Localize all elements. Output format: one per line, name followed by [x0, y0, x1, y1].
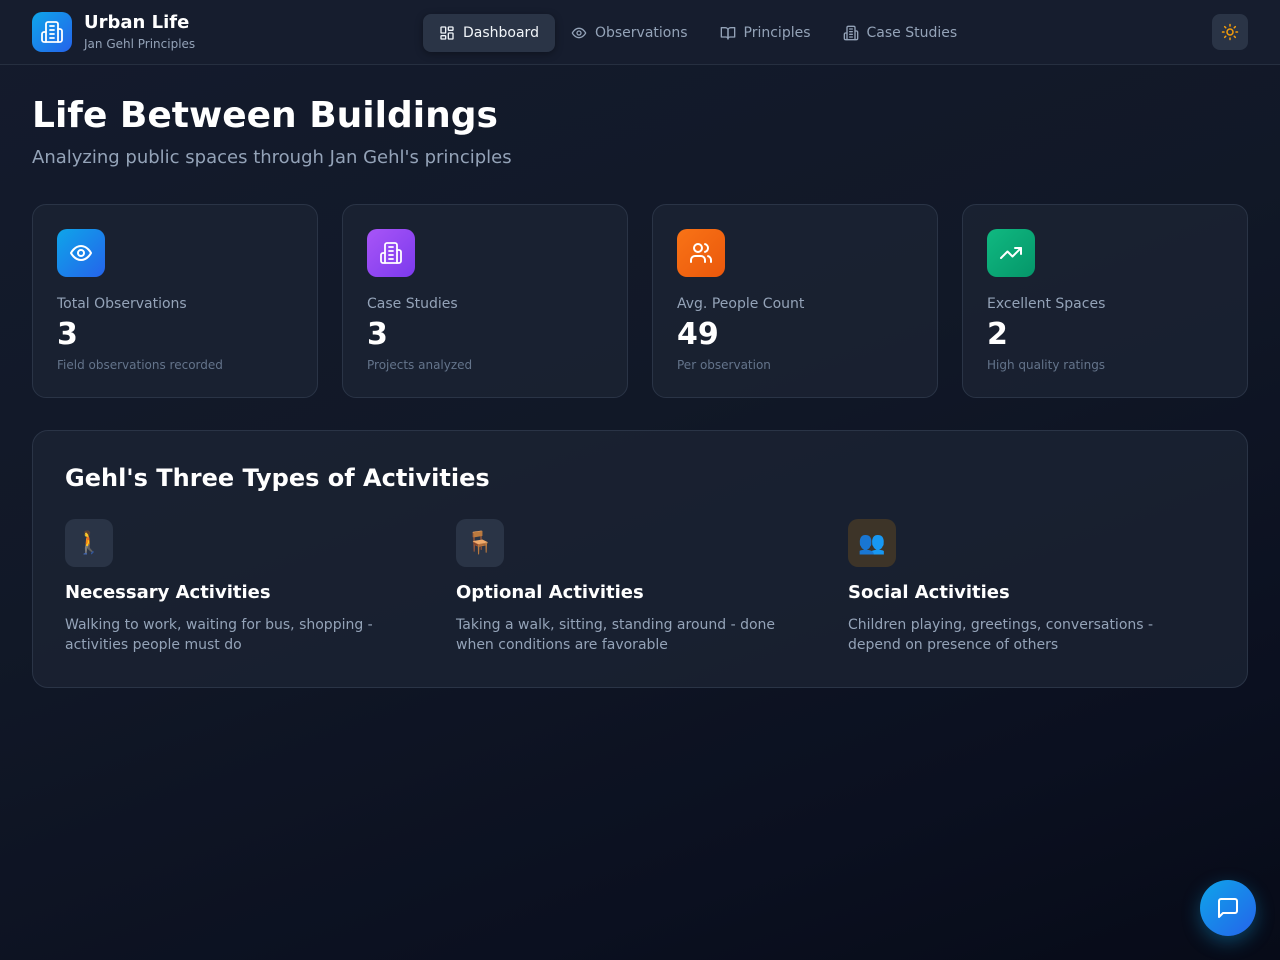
nav-principles[interactable]: Principles: [704, 14, 827, 52]
nav-label: Dashboard: [463, 25, 539, 41]
stat-label: Case Studies: [367, 296, 458, 312]
stat-card-total-observations: Total Observations 3 Field observations …: [32, 204, 318, 398]
activities-panel: Gehl's Three Types of Activities 🚶 Neces…: [32, 430, 1248, 688]
walking-person-icon: 🚶: [65, 519, 113, 567]
activity-optional: 🪑 Optional Activities Taking a walk, sit…: [456, 519, 816, 655]
theme-toggle-button[interactable]: [1212, 14, 1248, 50]
nav-observations[interactable]: Observations: [555, 14, 704, 52]
nav-label: Case Studies: [866, 25, 958, 41]
people-icon: 👥: [848, 519, 896, 567]
top-navbar: Urban Life Jan Gehl Principles Dashboard…: [0, 0, 1280, 65]
nav-label: Observations: [594, 25, 688, 41]
users-icon: [677, 229, 725, 277]
stat-value: 3: [57, 317, 78, 352]
stat-note: Field observations recorded: [57, 358, 223, 372]
trending-up-icon: [987, 229, 1035, 277]
book-icon: [720, 27, 735, 40]
activities-heading: Gehl's Three Types of Activities: [65, 464, 490, 492]
stat-card-excellent-spaces: Excellent Spaces 2 High quality ratings: [962, 204, 1248, 398]
stat-card-avg-people-count: Avg. People Count 49 Per observation: [652, 204, 938, 398]
brand[interactable]: Urban Life Jan Gehl Principles: [32, 12, 195, 52]
page-subtitle: Analyzing public spaces through Jan Gehl…: [32, 147, 512, 168]
nav-case-studies[interactable]: Case Studies: [827, 14, 974, 52]
building-icon: [843, 25, 858, 41]
stat-value: 3: [367, 317, 388, 352]
activity-description: Walking to work, waiting for bus, shoppi…: [65, 617, 373, 653]
stat-value: 49: [677, 317, 719, 352]
sun-icon: [1221, 23, 1239, 41]
brand-title: Urban Life: [84, 12, 190, 33]
activity-description: Taking a walk, sitting, standing around …: [456, 617, 776, 653]
building-icon: [32, 12, 72, 52]
grid-icon: [440, 26, 454, 40]
activity-description: Children playing, greetings, conversatio…: [848, 617, 1154, 653]
eye-icon: [57, 229, 105, 277]
stat-card-case-studies: Case Studies 3 Projects analyzed: [342, 204, 628, 398]
eye-icon: [571, 27, 587, 39]
activity-necessary: 🚶 Necessary Activities Walking to work, …: [65, 519, 425, 655]
stat-label: Total Observations: [57, 296, 187, 312]
main-nav: Dashboard Observations Principles Case S…: [423, 14, 973, 52]
stat-note: Projects analyzed: [367, 358, 473, 372]
chair-icon: 🪑: [456, 519, 504, 567]
activity-title: Necessary Activities: [65, 582, 271, 603]
chat-bubble-icon: [1218, 898, 1238, 918]
stat-label: Excellent Spaces: [987, 296, 1106, 312]
activity-title: Social Activities: [848, 582, 1010, 603]
stat-note: Per observation: [677, 358, 771, 372]
activity-title: Optional Activities: [456, 582, 644, 603]
page-title: Life Between Buildings: [32, 95, 498, 136]
stat-label: Avg. People Count: [677, 296, 805, 312]
stat-note: High quality ratings: [987, 358, 1106, 372]
chat-button[interactable]: [1200, 880, 1256, 936]
nav-dashboard[interactable]: Dashboard: [423, 14, 555, 52]
building-icon: [367, 229, 415, 277]
activity-social: 👥 Social Activities Children playing, gr…: [848, 519, 1208, 655]
nav-label: Principles: [743, 25, 811, 41]
brand-subtitle: Jan Gehl Principles: [84, 37, 196, 51]
stat-value: 2: [987, 317, 1008, 352]
